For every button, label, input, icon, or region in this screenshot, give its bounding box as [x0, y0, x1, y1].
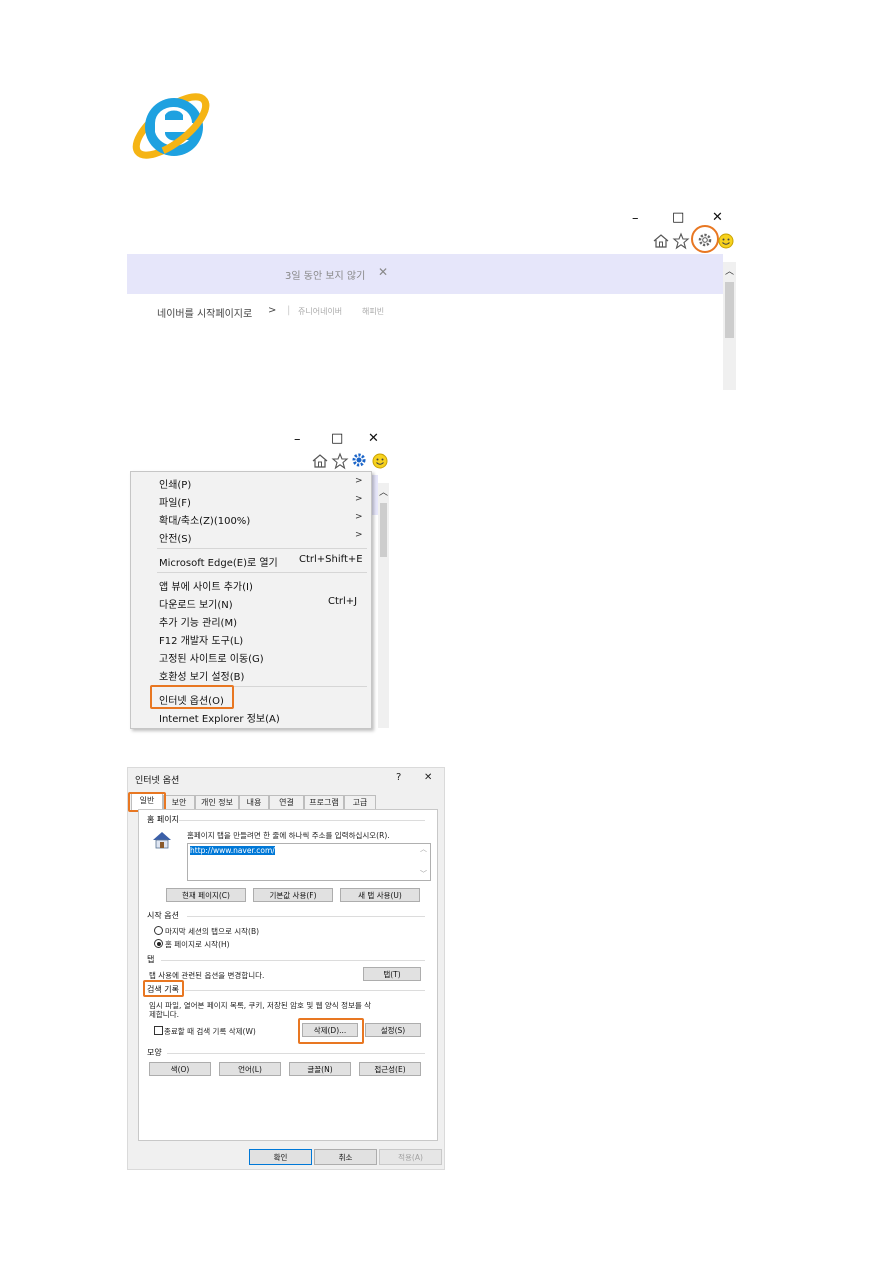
- use-current-button[interactable]: 현재 페이지(C): [166, 888, 246, 902]
- help-button[interactable]: ?: [396, 772, 401, 783]
- internet-options-highlight: [150, 685, 234, 709]
- tab-programs[interactable]: 프로그램: [304, 795, 344, 809]
- favorites-star-icon[interactable]: [331, 452, 349, 470]
- home-url-value[interactable]: http://www.naver.com/: [190, 846, 275, 855]
- favorites-star-icon[interactable]: [672, 232, 690, 250]
- startup-last-session-radio[interactable]: [154, 926, 163, 935]
- section-divider: [161, 960, 425, 961]
- section-divider: [167, 1053, 425, 1054]
- accessibility-button[interactable]: 접근성(E): [359, 1062, 421, 1076]
- scroll-thumb[interactable]: [725, 282, 734, 338]
- tab-security[interactable]: 보안: [163, 795, 195, 809]
- smiley-feedback-icon[interactable]: [717, 232, 735, 250]
- home-icon[interactable]: [652, 232, 670, 250]
- tab-connections[interactable]: 연결: [269, 795, 304, 809]
- tab-privacy[interactable]: 개인 정보: [195, 795, 239, 809]
- browsing-history-desc: 임시 파일, 열어본 페이지 목록, 쿠키, 저장된 암호 및 웹 양식 정보를…: [149, 1001, 372, 1010]
- startup-home-radio[interactable]: [154, 939, 163, 948]
- happybean-link[interactable]: 해피빈: [362, 306, 384, 317]
- tab-content[interactable]: 내용: [239, 795, 269, 809]
- home-url-field[interactable]: http://www.naver.com/ ︿ ﹀: [187, 843, 431, 881]
- tabs-title: 탭: [147, 955, 155, 964]
- delete-on-exit-checkbox[interactable]: [154, 1026, 163, 1035]
- menu-separator: [157, 548, 367, 549]
- languages-button[interactable]: 언어(L): [219, 1062, 281, 1076]
- gear-icon[interactable]: [350, 451, 368, 469]
- maximize-button[interactable]: □: [672, 211, 684, 225]
- page-scrollbar[interactable]: ︿: [723, 262, 736, 390]
- section-divider: [185, 990, 425, 991]
- start-page-link[interactable]: 네이버를 시작페이지로: [157, 305, 252, 320]
- smiley-feedback-icon[interactable]: [371, 452, 389, 470]
- infobar: 3일 동안 보지 않기 ✕: [127, 254, 723, 294]
- section-divider: [179, 820, 425, 821]
- textarea-scroll-down-icon: ﹀: [420, 870, 427, 878]
- browsing-history-highlight: [143, 980, 184, 997]
- appearance-title: 모양: [147, 1048, 162, 1057]
- use-default-button[interactable]: 기본값 사용(F): [253, 888, 333, 902]
- infobar-text[interactable]: 3일 동안 보지 않기: [285, 267, 365, 282]
- fonts-button[interactable]: 글꼴(N): [289, 1062, 351, 1076]
- scroll-up-icon[interactable]: ︿: [725, 264, 734, 277]
- startup-last-session-label[interactable]: 마지막 세션의 탭으로 시작(B): [165, 926, 259, 937]
- general-panel: 홈 페이지 홈페이지 탭을 만들려면 한 줄에 하나씩 주소를 입력하십시오(R…: [138, 809, 438, 1141]
- internet-explorer-logo: [132, 93, 210, 159]
- internet-options-dialog: 인터넷 옵션 ? ✕ 일반 보안 개인 정보 내용 연결 프로그램 고급 홈 페…: [127, 767, 445, 1170]
- minimize-button[interactable]: –: [632, 212, 639, 226]
- browsing-history-desc-2: 제합니다.: [149, 1010, 179, 1019]
- tab-advanced[interactable]: 고급: [344, 795, 376, 809]
- close-button[interactable]: ✕: [712, 211, 723, 225]
- infobar-close-icon[interactable]: ✕: [378, 265, 388, 279]
- use-new-tab-button[interactable]: 새 탭 사용(U): [340, 888, 420, 902]
- scroll-up-icon[interactable]: ︿: [379, 485, 388, 498]
- colors-button[interactable]: 색(O): [149, 1062, 211, 1076]
- startup-title: 시작 옵션: [147, 911, 179, 920]
- section-divider: [187, 916, 425, 917]
- home-house-icon: [153, 832, 171, 849]
- home-page-desc: 홈페이지 탭을 만들려면 한 줄에 하나씩 주소를 입력하십시오(R).: [187, 831, 390, 840]
- dialog-title: 인터넷 옵션: [135, 776, 180, 786]
- chevron-right-icon: >: [268, 305, 277, 316]
- home-icon[interactable]: [311, 452, 329, 470]
- maximize-button[interactable]: □: [331, 432, 343, 446]
- startup-home-label[interactable]: 홈 페이지로 시작(H): [165, 939, 230, 950]
- minimize-button[interactable]: –: [294, 433, 301, 447]
- nav-separator: |: [287, 305, 291, 316]
- history-settings-button[interactable]: 설정(S): [365, 1023, 421, 1037]
- scroll-thumb[interactable]: [380, 503, 387, 557]
- home-page-title: 홈 페이지: [147, 815, 179, 824]
- tabs-button[interactable]: 탭(T): [363, 967, 421, 981]
- textarea-scroll-up-icon: ︿: [420, 845, 427, 853]
- delete-on-exit-label[interactable]: 종료할 때 검색 기록 삭제(W): [164, 1026, 256, 1037]
- cancel-button[interactable]: 취소: [314, 1149, 377, 1165]
- junior-naver-link[interactable]: 쥬니어네이버: [298, 306, 342, 317]
- menu-separator: [157, 572, 367, 573]
- close-button[interactable]: ✕: [368, 432, 379, 446]
- page-scrollbar[interactable]: ︿: [378, 483, 389, 728]
- apply-button[interactable]: 적용(A): [379, 1149, 442, 1165]
- delete-button-highlight: [298, 1018, 364, 1044]
- dialog-close-icon[interactable]: ✕: [424, 772, 432, 783]
- ok-button[interactable]: 확인: [249, 1149, 312, 1165]
- gear-highlight: [691, 225, 719, 253]
